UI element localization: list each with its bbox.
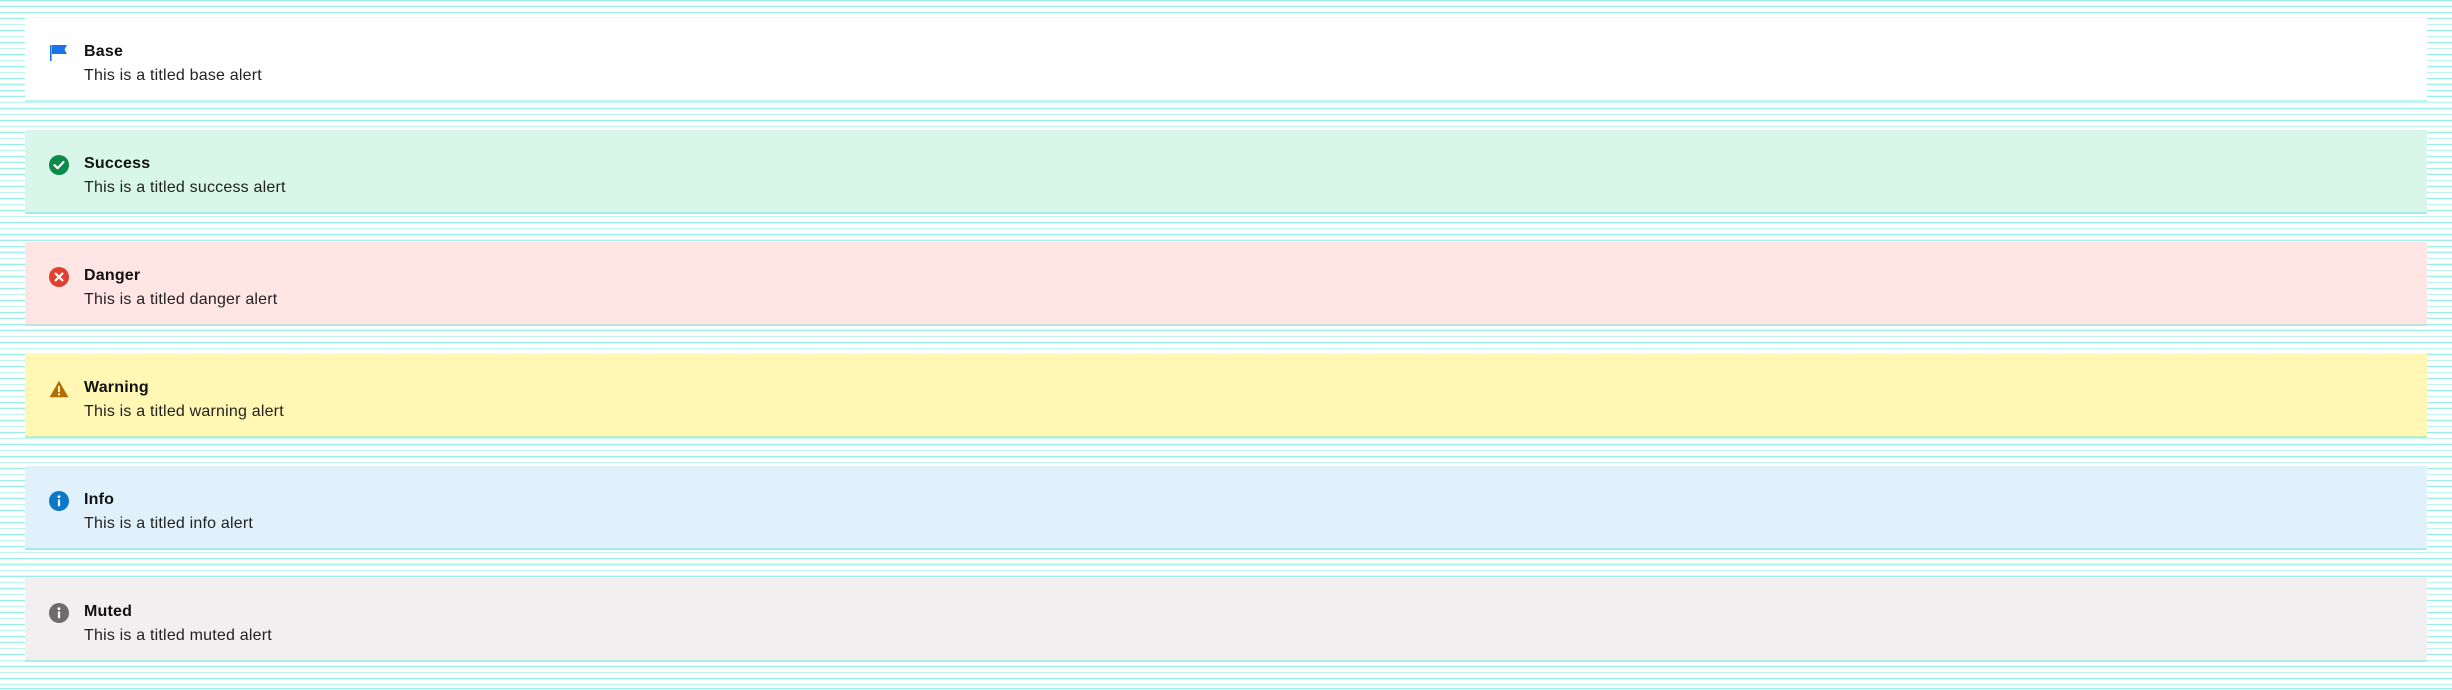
alert-title: Danger (84, 267, 141, 284)
alert-text: This is a titled info alert (84, 515, 254, 532)
alert-list: Base This is a titled base alert Success… (25, 18, 2427, 690)
alert-title: Warning (84, 379, 149, 396)
alert-warning: Warning This is a titled warning alert (25, 354, 2427, 438)
warning-icon (49, 379, 69, 399)
check-circle-icon (49, 155, 69, 175)
alert-title: Muted (84, 603, 133, 620)
alert-info: Info This is a titled info alert (25, 466, 2427, 550)
alert-text: This is a titled danger alert (84, 291, 278, 308)
alert-base: Base This is a titled base alert (25, 18, 2427, 102)
flag-icon (49, 43, 69, 63)
alert-text: This is a titled muted alert (84, 627, 272, 644)
alert-title: Info (84, 491, 115, 508)
alert-text: This is a titled warning alert (84, 403, 284, 420)
alert-text: This is a titled success alert (84, 179, 286, 196)
alert-muted: Muted This is a titled muted alert (25, 578, 2427, 662)
alert-success: Success This is a titled success alert (25, 130, 2427, 214)
alert-text: This is a titled base alert (84, 67, 262, 84)
info-muted-icon (49, 603, 69, 623)
info-icon (49, 491, 69, 511)
alert-danger: Danger This is a titled danger alert (25, 242, 2427, 326)
alert-title: Base (84, 43, 124, 60)
alert-title: Success (84, 155, 151, 172)
x-circle-icon (49, 267, 69, 287)
